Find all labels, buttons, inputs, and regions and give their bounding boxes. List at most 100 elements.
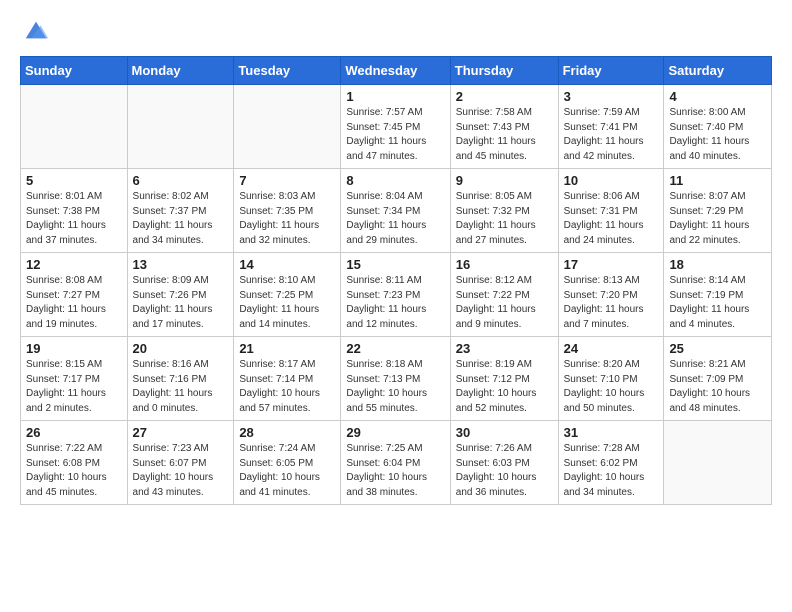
calendar-cell: 31 Sunrise: 7:28 AMSunset: 6:02 PMDayligh… [558, 421, 664, 505]
day-info: Sunrise: 8:15 AMSunset: 7:17 PMDaylight:… [26, 358, 122, 416]
day-info: Sunrise: 7:57 AMSunset: 7:45 PMDaylight:… [346, 106, 444, 164]
day-number: 27 [133, 425, 229, 440]
day-number: 1 [346, 89, 444, 104]
calendar-cell: 12 Sunrise: 8:08 AMSunset: 7:27 PMDayligh… [21, 253, 128, 337]
day-number: 28 [239, 425, 335, 440]
page: SundayMondayTuesdayWednesdayThursdayFrid… [0, 0, 792, 612]
calendar-cell: 16 Sunrise: 8:12 AMSunset: 7:22 PMDayligh… [450, 253, 558, 337]
day-info: Sunrise: 7:23 AMSunset: 6:07 PMDaylight:… [133, 442, 229, 500]
week-row-3: 12 Sunrise: 8:08 AMSunset: 7:27 PMDayligh… [21, 253, 772, 337]
day-number: 19 [26, 341, 122, 356]
day-info: Sunrise: 7:24 AMSunset: 6:05 PMDaylight:… [239, 442, 335, 500]
day-number: 2 [456, 89, 553, 104]
calendar-cell: 13Sunrise: 8:09 AMSunset: 7:26 PMDayligh… [127, 253, 234, 337]
calendar-header-row: SundayMondayTuesdayWednesdayThursdayFrid… [21, 57, 772, 85]
calendar-cell: 14 Sunrise: 8:10 AMSunset: 7:25 PMDayligh… [234, 253, 341, 337]
day-info: Sunrise: 8:01 AMSunset: 7:38 PMDaylight:… [26, 190, 122, 248]
day-info: Sunrise: 7:28 AMSunset: 6:02 PMDaylight:… [564, 442, 659, 500]
day-info: Sunrise: 8:07 AMSunset: 7:29 PMDaylight:… [669, 190, 766, 248]
calendar-cell: 27 Sunrise: 7:23 AMSunset: 6:07 PMDayligh… [127, 421, 234, 505]
day-number: 7 [239, 173, 335, 188]
calendar-cell [127, 85, 234, 169]
day-number: 29 [346, 425, 444, 440]
logo [20, 16, 50, 44]
calendar-cell: 2Sunrise: 7:58 AMSunset: 7:43 PMDaylight… [450, 85, 558, 169]
calendar-cell: 6Sunrise: 8:02 AMSunset: 7:37 PMDaylight… [127, 169, 234, 253]
calendar-cell: 4 Sunrise: 8:00 AMSunset: 7:40 PMDaylight… [664, 85, 772, 169]
week-row-1: 1 Sunrise: 7:57 AMSunset: 7:45 PMDaylight… [21, 85, 772, 169]
calendar-cell: 22Sunrise: 8:18 AMSunset: 7:13 PMDayligh… [341, 337, 450, 421]
week-row-4: 19 Sunrise: 8:15 AMSunset: 7:17 PMDayligh… [21, 337, 772, 421]
day-number: 20 [133, 341, 229, 356]
day-info: Sunrise: 8:02 AMSunset: 7:37 PMDaylight:… [133, 190, 229, 248]
calendar-cell: 20 Sunrise: 8:16 AMSunset: 7:16 PMDayligh… [127, 337, 234, 421]
calendar-cell: 30 Sunrise: 7:26 AMSunset: 6:03 PMDayligh… [450, 421, 558, 505]
day-number: 31 [564, 425, 659, 440]
day-info: Sunrise: 8:11 AMSunset: 7:23 PMDaylight:… [346, 274, 444, 332]
day-number: 14 [239, 257, 335, 272]
day-number: 3 [564, 89, 659, 104]
calendar-cell: 3 Sunrise: 7:59 AMSunset: 7:41 PMDaylight… [558, 85, 664, 169]
calendar-cell: 1 Sunrise: 7:57 AMSunset: 7:45 PMDaylight… [341, 85, 450, 169]
day-info: Sunrise: 8:04 AMSunset: 7:34 PMDaylight:… [346, 190, 444, 248]
calendar-header-thursday: Thursday [450, 57, 558, 85]
calendar-cell: 17 Sunrise: 8:13 AMSunset: 7:20 PMDayligh… [558, 253, 664, 337]
calendar-cell: 24 Sunrise: 8:20 AMSunset: 7:10 PMDayligh… [558, 337, 664, 421]
day-number: 15 [346, 257, 444, 272]
day-number: 9 [456, 173, 553, 188]
day-info: Sunrise: 8:08 AMSunset: 7:27 PMDaylight:… [26, 274, 122, 332]
day-number: 4 [669, 89, 766, 104]
day-number: 23 [456, 341, 553, 356]
calendar-cell: 9Sunrise: 8:05 AMSunset: 7:32 PMDaylight… [450, 169, 558, 253]
day-info: Sunrise: 8:19 AMSunset: 7:12 PMDaylight:… [456, 358, 553, 416]
week-row-5: 26Sunrise: 7:22 AMSunset: 6:08 PMDayligh… [21, 421, 772, 505]
day-number: 11 [669, 173, 766, 188]
day-info: Sunrise: 8:14 AMSunset: 7:19 PMDaylight:… [669, 274, 766, 332]
day-number: 22 [346, 341, 444, 356]
day-info: Sunrise: 8:20 AMSunset: 7:10 PMDaylight:… [564, 358, 659, 416]
calendar-table: SundayMondayTuesdayWednesdayThursdayFrid… [20, 56, 772, 505]
calendar-cell [234, 85, 341, 169]
calendar-cell: 10 Sunrise: 8:06 AMSunset: 7:31 PMDayligh… [558, 169, 664, 253]
calendar-cell: 7 Sunrise: 8:03 AMSunset: 7:35 PMDaylight… [234, 169, 341, 253]
day-number: 24 [564, 341, 659, 356]
calendar-cell: 5 Sunrise: 8:01 AMSunset: 7:38 PMDaylight… [21, 169, 128, 253]
day-info: Sunrise: 7:59 AMSunset: 7:41 PMDaylight:… [564, 106, 659, 164]
header [20, 16, 772, 44]
day-info: Sunrise: 8:10 AMSunset: 7:25 PMDaylight:… [239, 274, 335, 332]
calendar-header-saturday: Saturday [664, 57, 772, 85]
calendar-cell: 21Sunrise: 8:17 AMSunset: 7:14 PMDayligh… [234, 337, 341, 421]
day-number: 10 [564, 173, 659, 188]
day-number: 8 [346, 173, 444, 188]
day-number: 12 [26, 257, 122, 272]
calendar-cell: 15 Sunrise: 8:11 AMSunset: 7:23 PMDayligh… [341, 253, 450, 337]
day-info: Sunrise: 8:16 AMSunset: 7:16 PMDaylight:… [133, 358, 229, 416]
day-number: 16 [456, 257, 553, 272]
calendar-cell: 23 Sunrise: 8:19 AMSunset: 7:12 PMDayligh… [450, 337, 558, 421]
calendar-header-sunday: Sunday [21, 57, 128, 85]
calendar-cell: 8 Sunrise: 8:04 AMSunset: 7:34 PMDaylight… [341, 169, 450, 253]
day-info: Sunrise: 8:09 AMSunset: 7:26 PMDaylight:… [133, 274, 229, 332]
day-info: Sunrise: 7:26 AMSunset: 6:03 PMDaylight:… [456, 442, 553, 500]
day-info: Sunrise: 8:13 AMSunset: 7:20 PMDaylight:… [564, 274, 659, 332]
day-number: 5 [26, 173, 122, 188]
calendar-cell: 28 Sunrise: 7:24 AMSunset: 6:05 PMDayligh… [234, 421, 341, 505]
calendar-cell: 11 Sunrise: 8:07 AMSunset: 7:29 PMDayligh… [664, 169, 772, 253]
day-info: Sunrise: 7:25 AMSunset: 6:04 PMDaylight:… [346, 442, 444, 500]
day-number: 30 [456, 425, 553, 440]
calendar-header-wednesday: Wednesday [341, 57, 450, 85]
day-info: Sunrise: 8:03 AMSunset: 7:35 PMDaylight:… [239, 190, 335, 248]
calendar-header-friday: Friday [558, 57, 664, 85]
logo-icon [22, 16, 50, 44]
day-number: 17 [564, 257, 659, 272]
day-number: 18 [669, 257, 766, 272]
calendar-cell [21, 85, 128, 169]
calendar-cell: 25Sunrise: 8:21 AMSunset: 7:09 PMDayligh… [664, 337, 772, 421]
day-number: 21 [239, 341, 335, 356]
day-info: Sunrise: 8:06 AMSunset: 7:31 PMDaylight:… [564, 190, 659, 248]
day-info: Sunrise: 8:12 AMSunset: 7:22 PMDaylight:… [456, 274, 553, 332]
day-number: 26 [26, 425, 122, 440]
day-info: Sunrise: 8:00 AMSunset: 7:40 PMDaylight:… [669, 106, 766, 164]
calendar-header-tuesday: Tuesday [234, 57, 341, 85]
calendar-cell: 19 Sunrise: 8:15 AMSunset: 7:17 PMDayligh… [21, 337, 128, 421]
